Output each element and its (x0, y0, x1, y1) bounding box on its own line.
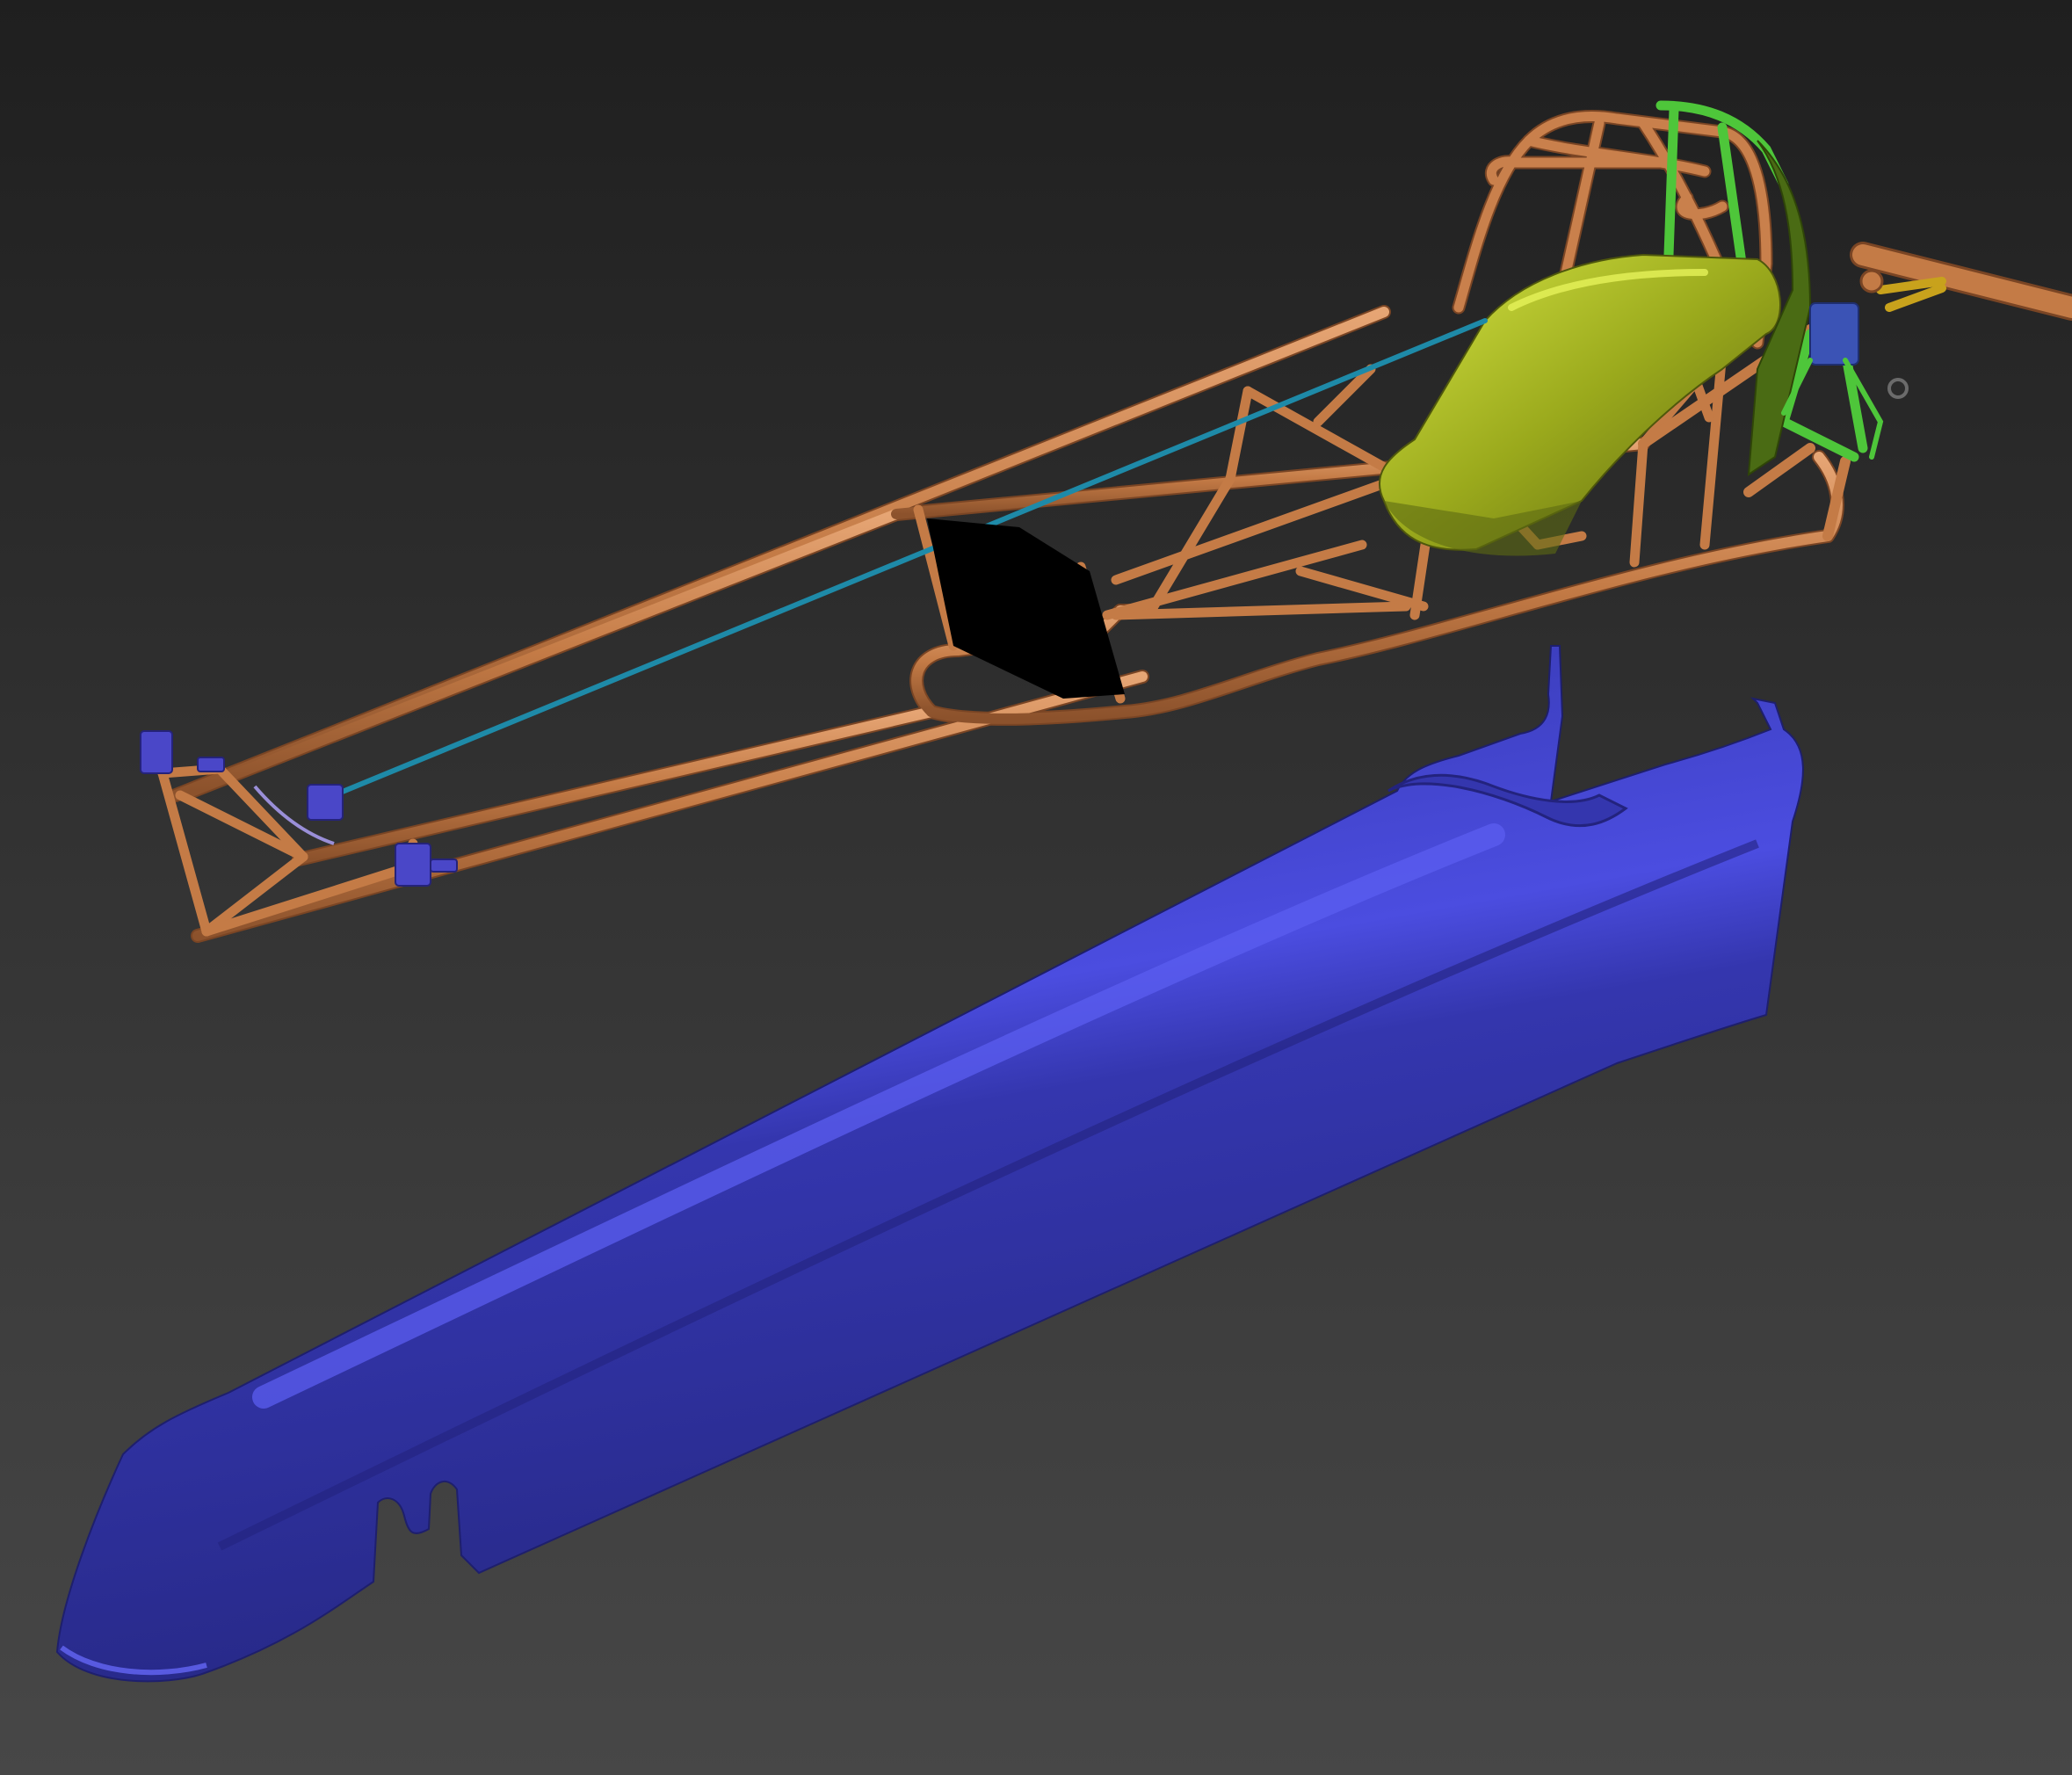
fitting-block-right (395, 843, 431, 887)
frame-end-cap (1859, 269, 1884, 293)
3d-viewport[interactable] (0, 0, 2072, 1775)
floor-panel (927, 518, 1125, 699)
fitting-bracket (197, 757, 225, 772)
scene-canvas[interactable] (0, 0, 2072, 1775)
fitting-bracket-2 (430, 859, 458, 873)
rear-hub (1887, 378, 1909, 399)
fitting-block-left (140, 730, 173, 774)
pedal-box (1809, 302, 1859, 366)
rear-axle[interactable] (1781, 242, 2072, 460)
fitting-block-center (307, 784, 344, 821)
